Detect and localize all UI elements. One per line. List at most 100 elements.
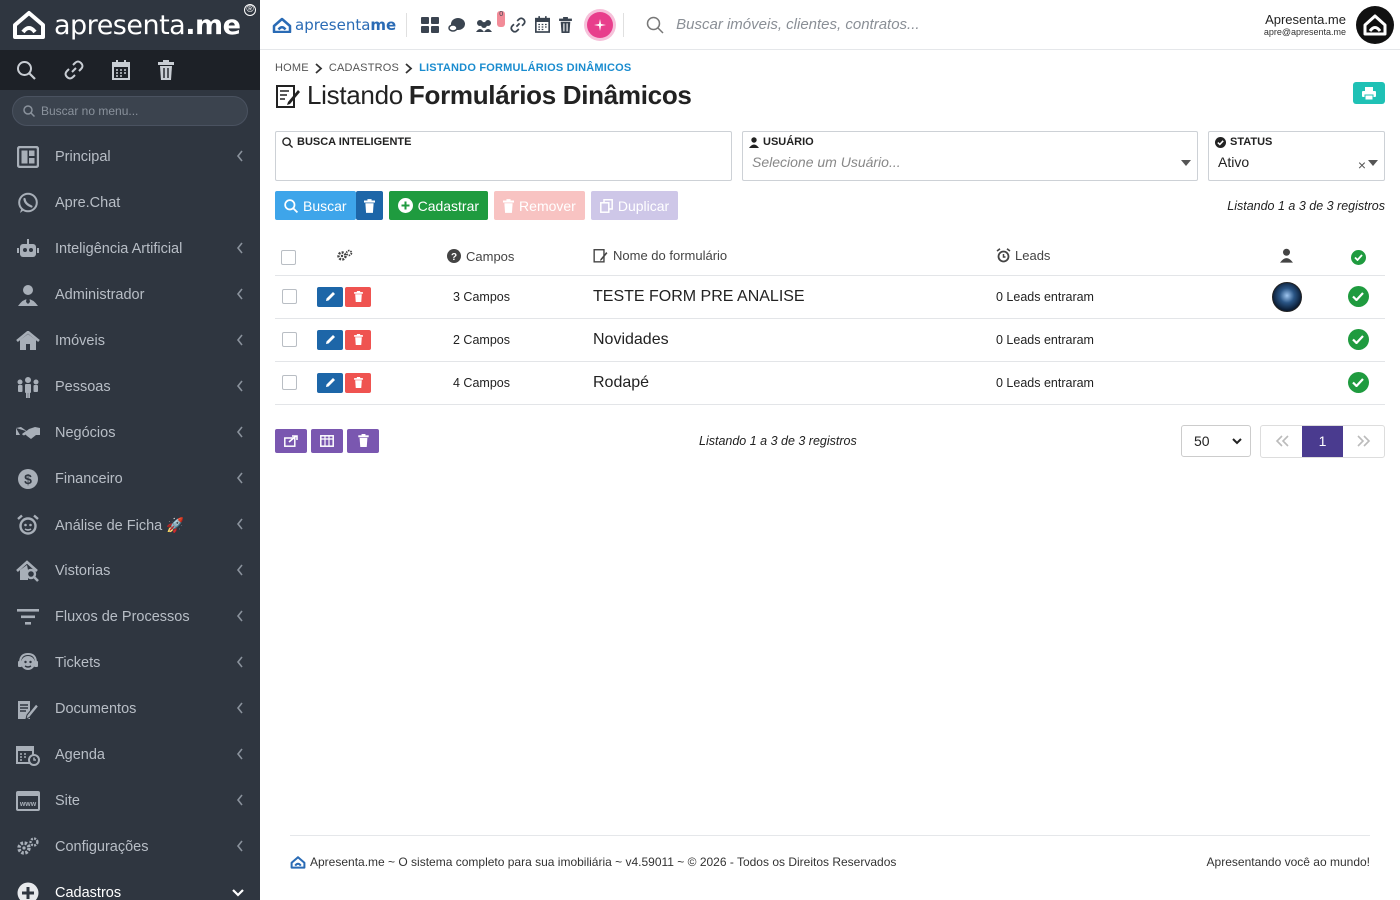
row-checkbox[interactable] [282, 375, 297, 391]
people-icon [16, 375, 40, 399]
row-checkbox[interactable] [282, 332, 297, 348]
ai-assistant-button[interactable] [587, 11, 614, 38]
fields-cell: 4 Campos [447, 361, 593, 405]
global-search-input[interactable] [676, 16, 1077, 33]
sidebar-item-vistorias[interactable]: Vistorias [0, 548, 260, 594]
per-page-select[interactable]: 50 [1181, 424, 1251, 457]
export-button[interactable] [275, 428, 307, 453]
trash-icon [353, 291, 363, 302]
registered-mark: ® [244, 4, 256, 16]
topbar-logo[interactable]: apresenta me [272, 16, 396, 34]
divider [623, 12, 625, 37]
sidebar-item-administrador[interactable]: Administrador [0, 272, 260, 318]
print-button[interactable] [1353, 82, 1385, 104]
page-current[interactable]: 1 [1302, 425, 1343, 457]
trash-icon[interactable] [158, 60, 174, 80]
next-page-button[interactable] [1343, 426, 1384, 457]
menu-search-input[interactable] [41, 104, 241, 118]
edit-button[interactable] [317, 286, 343, 307]
record-count: Listando 1 a 3 de 3 registros [1227, 198, 1385, 213]
create-button[interactable]: Cadastrar [388, 191, 489, 220]
chevron-left-icon [236, 242, 244, 258]
row-checkbox[interactable] [282, 289, 297, 305]
columns-button[interactable] [311, 428, 343, 453]
search-button[interactable]: Buscar [275, 191, 356, 220]
breadcrumb-home[interactable]: HOME [275, 62, 309, 74]
users-icon[interactable]: 0 [475, 10, 506, 33]
chevron-left-icon [236, 518, 244, 534]
calendar-icon[interactable] [112, 60, 130, 80]
form-name[interactable]: TESTE FORM PRE ANALISE [593, 288, 805, 305]
user-info[interactable]: Apresenta.me apre@apresenta.me [1264, 12, 1346, 37]
page-title: Listando Formulários Dinâmicos [275, 80, 1385, 111]
bulk-delete-button[interactable] [347, 428, 379, 453]
select-all-checkbox[interactable] [281, 250, 296, 266]
sidebar-item-site[interactable]: www Site [0, 778, 260, 824]
table-row[interactable]: 2 Campos Novidades 0 Leads entraram [275, 318, 1385, 362]
delete-button[interactable] [345, 329, 371, 350]
user-email: apre@apresenta.me [1263, 27, 1346, 37]
sidebar-item-apre-chat[interactable]: Apre.Chat [0, 180, 260, 226]
house-logo-icon [290, 856, 306, 869]
delete-button[interactable] [345, 372, 371, 393]
trash-icon[interactable] [559, 16, 573, 33]
form-name[interactable]: Rodapé [593, 374, 649, 391]
chevron-left-icon [236, 794, 244, 810]
delete-button[interactable] [345, 286, 371, 307]
brand-logo[interactable]: apresenta.me ® [0, 0, 260, 50]
status-active-icon[interactable] [1347, 329, 1369, 350]
sidebar-item-pessoas[interactable]: Pessoas [0, 364, 260, 410]
avatar[interactable] [1356, 5, 1394, 44]
prev-page-button[interactable] [1261, 426, 1302, 457]
link-icon[interactable] [64, 60, 84, 80]
calendar-icon[interactable] [535, 16, 551, 33]
printer-icon [1362, 86, 1376, 100]
sidebar-item-análise-de-ficha[interactable]: Análise de Ficha 🚀 [0, 502, 260, 548]
chevron-left-icon [236, 334, 244, 350]
sidebar-item-inteligência-artificial[interactable]: Inteligência Artificial [0, 226, 260, 272]
user-select[interactable]: Selecione um Usuário... [749, 154, 1191, 170]
sidebar-item-principal[interactable]: Principal [0, 134, 260, 180]
clear-icon[interactable]: × [1358, 157, 1366, 173]
alarm-icon [16, 513, 40, 537]
chat-bubbles-icon[interactable] [448, 17, 466, 33]
status-active-icon[interactable] [1347, 286, 1369, 307]
breadcrumb-section[interactable]: CADASTROS [329, 62, 399, 74]
sidebar-quick-actions [0, 50, 260, 90]
sidebar-item-fluxos-de-processos[interactable]: Fluxos de Processos [0, 594, 260, 640]
user-tie-icon [749, 136, 759, 148]
user-filter[interactable]: USUÁRIO Selecione um Usuário... [742, 131, 1198, 181]
sidebar-item-imóveis[interactable]: Imóveis [0, 318, 260, 364]
clear-search-button[interactable] [355, 191, 383, 220]
sidebar: apresenta.me ® Principal Apre.Chat Intelig… [0, 0, 260, 900]
global-search [646, 16, 1264, 34]
status-select[interactable]: Ativo [1215, 154, 1378, 170]
sidebar-item-tickets[interactable]: Tickets [0, 640, 260, 686]
sidebar-item-documentos[interactable]: Documentos [0, 686, 260, 732]
status-filter[interactable]: STATUS Ativo × [1208, 131, 1385, 181]
fields-header: Campos [466, 248, 515, 264]
avatar[interactable] [1271, 281, 1302, 312]
table-header-row: ? Campos Nome do formulário Leads [275, 240, 1385, 276]
sidebar-item-financeiro[interactable]: $ Financeiro [0, 456, 260, 502]
remove-button[interactable]: Remover [494, 191, 585, 220]
dashboard-icon[interactable] [421, 16, 440, 33]
sidebar-item-negócios[interactable]: Negócios [0, 410, 260, 456]
edit-button[interactable] [317, 372, 343, 393]
link-icon[interactable] [510, 16, 526, 33]
search-icon[interactable] [16, 60, 36, 80]
sidebar-item-agenda[interactable]: Agenda [0, 732, 260, 778]
smart-search-filter[interactable]: BUSCA INTELIGENTE [275, 131, 732, 181]
trash-icon [357, 434, 369, 447]
table-row[interactable]: 4 Campos Rodapé 0 Leads entraram [275, 361, 1385, 405]
table-row[interactable]: 3 Campos TESTE FORM PRE ANALISE 0 Leads en… [275, 275, 1385, 319]
sidebar-item-configurações[interactable]: Configurações [0, 824, 260, 870]
status-active-icon[interactable] [1347, 372, 1369, 393]
edit-button[interactable] [317, 329, 343, 350]
sidebar-item-cadastros[interactable]: Cadastros [0, 870, 260, 900]
leads-header: Leads [1015, 248, 1051, 264]
duplicate-button[interactable]: Duplicar [590, 191, 679, 220]
form-name[interactable]: Novidades [593, 331, 669, 348]
chevron-left-icon [236, 564, 244, 580]
duplicate-button-label: Duplicar [617, 197, 670, 214]
